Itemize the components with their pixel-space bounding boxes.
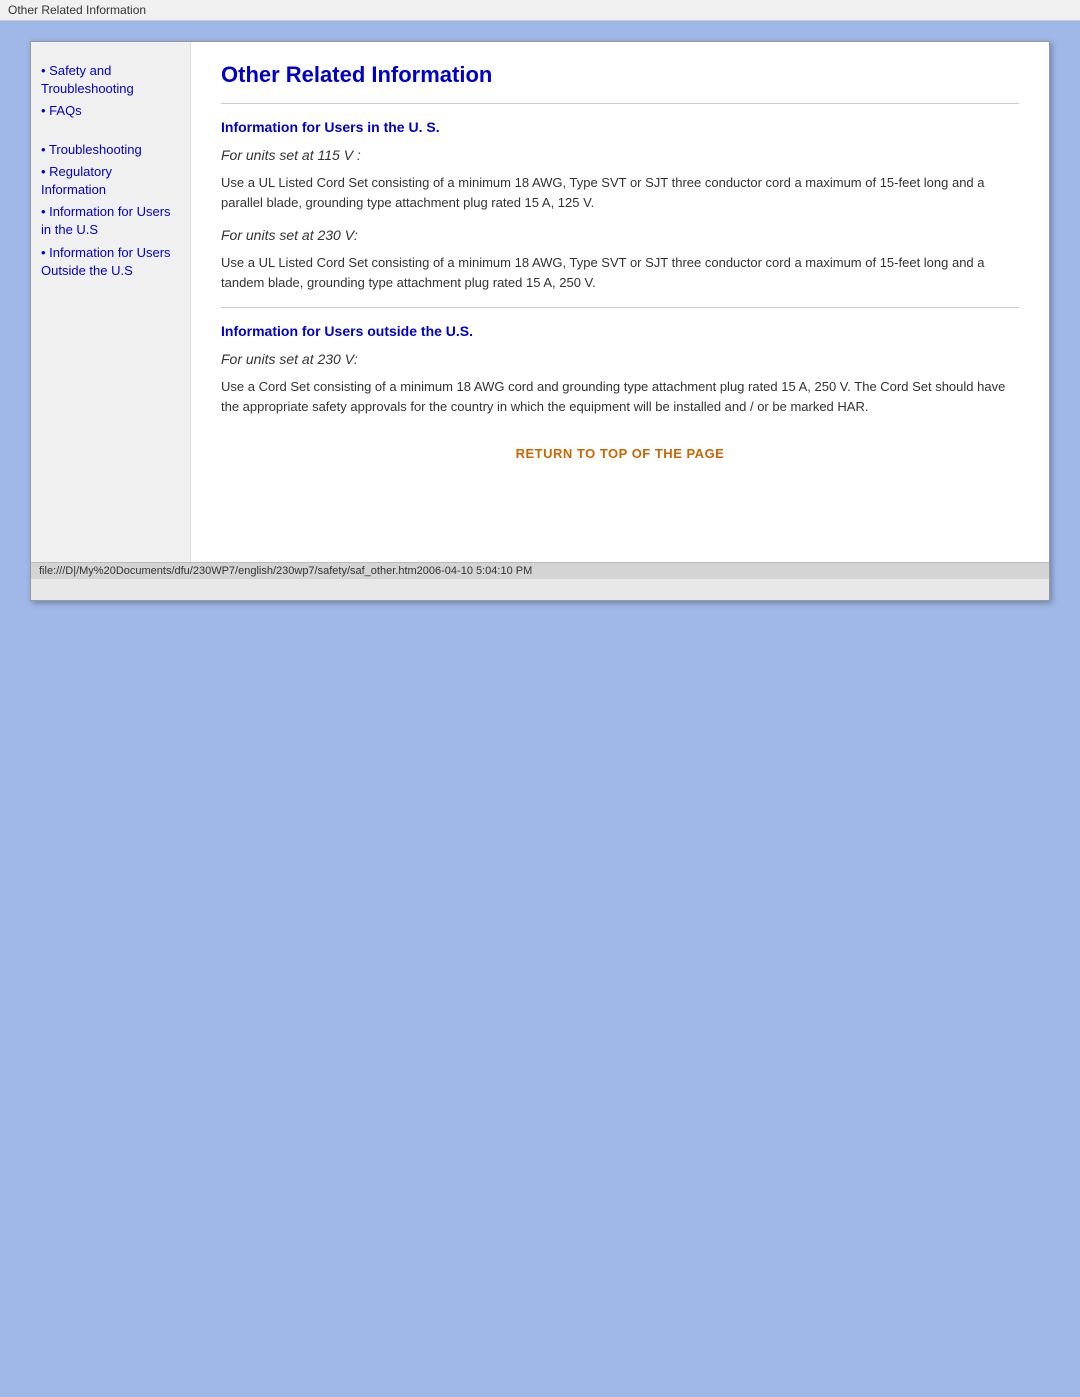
sidebar-item-regulatory[interactable]: Regulatory Information [41, 163, 180, 199]
section-outside-230v-label: For units set at 230 V: [221, 351, 1019, 367]
title-bar-text: Other Related Information [8, 3, 146, 17]
section-us-115v-label: For units set at 115 V : [221, 147, 1019, 163]
sidebar-item-safety[interactable]: Safety and Troubleshooting [41, 62, 180, 98]
return-to-top-link[interactable]: RETURN TO TOP OF THE PAGE [221, 446, 1019, 461]
sidebar-item-troubleshooting[interactable]: Troubleshooting [41, 141, 180, 159]
section-us-115v-text: Use a UL Listed Cord Set consisting of a… [221, 173, 1019, 212]
status-bar: file:///D|/My%20Documents/dfu/230WP7/eng… [31, 562, 1049, 579]
page-title: Other Related Information [221, 62, 1019, 88]
divider-middle [221, 307, 1019, 308]
section-outside-230v-text: Use a Cord Set consisting of a minimum 1… [221, 377, 1019, 416]
section-us-heading: Information for Users in the U. S. [221, 119, 1019, 135]
sidebar: Safety and Troubleshooting FAQs Troubles… [31, 42, 191, 562]
divider-top [221, 103, 1019, 104]
section-outside-us: Information for Users outside the U.S. F… [221, 323, 1019, 416]
section-us-230v-text: Use a UL Listed Cord Set consisting of a… [221, 253, 1019, 292]
section-us-230v-label: For units set at 230 V: [221, 227, 1019, 243]
section-us: Information for Users in the U. S. For u… [221, 119, 1019, 292]
title-bar: Other Related Information [0, 0, 1080, 21]
browser-window: Safety and Troubleshooting FAQs Troubles… [30, 41, 1050, 601]
status-bar-text: file:///D|/My%20Documents/dfu/230WP7/eng… [39, 565, 532, 577]
main-content: Other Related Information Information fo… [191, 42, 1049, 562]
section-outside-heading: Information for Users outside the U.S. [221, 323, 1019, 339]
sidebar-item-users-outside[interactable]: Information for Users Outside the U.S [41, 244, 180, 280]
page-content: Safety and Troubleshooting FAQs Troubles… [31, 42, 1049, 562]
sidebar-item-users-us[interactable]: Information for Users in the U.S [41, 203, 180, 239]
sidebar-item-faqs[interactable]: FAQs [41, 102, 180, 120]
